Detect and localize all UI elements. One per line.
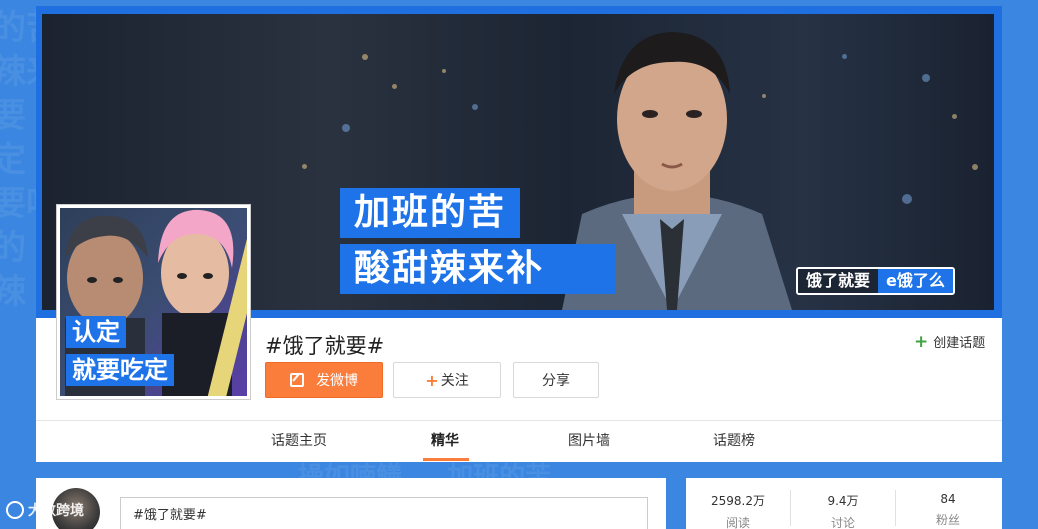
post-weibo-label: 发微博 [316, 373, 358, 389]
stat-reads-value: 2598.2万 [711, 494, 765, 508]
stat-discussions-label: 讨论 [830, 516, 855, 529]
post-input[interactable]: #饿了就要# [120, 497, 648, 529]
stat-reads: 2598.2万 阅读 [688, 492, 788, 529]
avatar-text-line2: 就要吃定 [66, 354, 174, 386]
plus-icon: + [425, 370, 439, 390]
create-topic-link[interactable]: + 创建话题 [914, 332, 985, 351]
tab-topic-home[interactable]: 话题主页 [271, 430, 327, 450]
stat-divider [790, 490, 791, 526]
watermark-text: 大数跨境 [28, 503, 84, 519]
divider [36, 420, 1002, 421]
stat-divider [895, 490, 896, 526]
post-weibo-button[interactable]: 发微博 [265, 362, 383, 398]
edit-icon [290, 373, 304, 387]
avatar-image: 认定 就要吃定 [60, 208, 247, 396]
brand-logo: e饿了么 [878, 269, 953, 293]
share-label: 分享 [542, 373, 570, 389]
stat-fans-value: 84 [940, 492, 956, 506]
tab-topic-ranking[interactable]: 话题榜 [713, 430, 755, 450]
stat-fans-label: 粉丝 [935, 513, 960, 527]
stat-reads-label: 阅读 [725, 516, 750, 529]
brand-badge: 饿了就要 e饿了么 [796, 267, 955, 295]
tab-photo-wall[interactable]: 图片墙 [568, 430, 610, 450]
stat-fans: 84 粉丝 [898, 492, 998, 528]
create-topic-label: 创建话题 [933, 336, 986, 351]
topic-title: #饿了就要# [265, 334, 385, 358]
avatar-text-line1: 认定 [66, 316, 126, 348]
stat-discussions: 9.4万 讨论 [793, 492, 893, 529]
watermark-logo-icon [6, 501, 24, 519]
active-tab-indicator [423, 458, 469, 461]
banner-slogan-line1: 加班的苦 [340, 188, 521, 238]
follow-button[interactable]: + 关注 [393, 362, 501, 398]
topic-avatar: 认定 就要吃定 [56, 204, 251, 400]
brand-tag: 饿了就要 [798, 269, 879, 293]
share-button[interactable]: 分享 [513, 362, 599, 398]
follow-label: 关注 [440, 373, 469, 389]
plus-icon: + [914, 331, 929, 352]
watermark: 大数跨境 [6, 500, 84, 520]
banner-slogan-line2: 酸甜辣来补 [340, 244, 616, 294]
tab-featured[interactable]: 精华 [431, 430, 459, 450]
stat-discussions-value: 9.4万 [827, 494, 859, 508]
